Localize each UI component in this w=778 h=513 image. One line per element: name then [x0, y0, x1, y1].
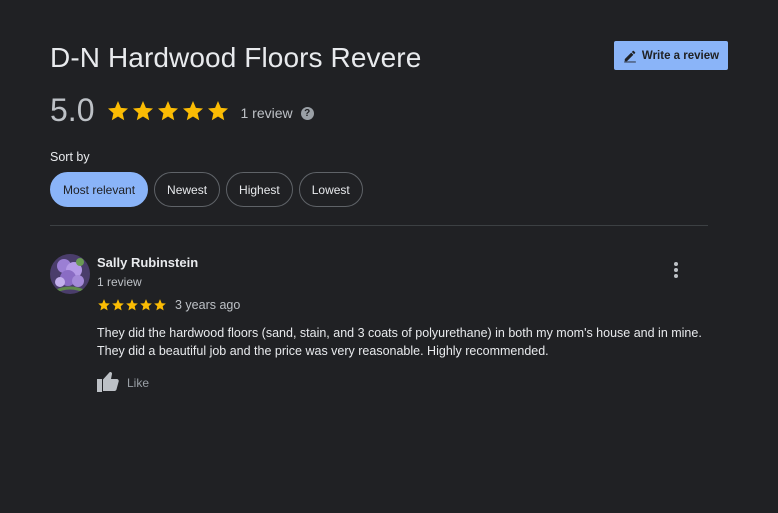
star-icon	[183, 100, 204, 120]
like-button[interactable]: Like	[97, 370, 149, 392]
reviewer-name[interactable]: Sally Rubinstein	[97, 255, 198, 270]
divider	[50, 225, 708, 226]
review-meta: 3 years ago	[97, 298, 240, 312]
review-text: They did the hardwood floors (sand, stai…	[97, 326, 702, 358]
more-options-icon[interactable]	[666, 260, 686, 280]
write-review-button[interactable]: Write a review	[614, 41, 728, 70]
like-label: Like	[127, 376, 150, 390]
star-icon	[126, 299, 138, 311]
help-icon[interactable]: ?	[300, 106, 314, 120]
sort-chip-most-relevant[interactable]: Most relevant	[50, 172, 149, 207]
star-icon	[108, 100, 129, 120]
review-count: 1 review	[240, 104, 293, 121]
avatar[interactable]	[50, 254, 90, 294]
star-icon	[140, 299, 152, 311]
sort-chip-highest[interactable]: Highest	[226, 172, 293, 207]
star-icon	[154, 299, 166, 311]
rating-value: 5.0	[50, 92, 95, 128]
write-review-label: Write a review	[641, 49, 720, 62]
star-icon	[158, 100, 179, 120]
page-title: D-N Hardwood Floors Revere	[50, 42, 422, 73]
rating-summary: 5.0 1 review ?	[50, 92, 314, 129]
sort-chip-lowest[interactable]: Lowest	[298, 172, 363, 207]
rating-stars	[106, 99, 230, 123]
star-icon	[133, 100, 154, 120]
sort-chip-newest[interactable]: Newest	[154, 172, 221, 207]
star-icon	[208, 100, 229, 120]
pencil-icon	[624, 50, 636, 62]
reviewer-review-count: 1 review	[97, 275, 142, 289]
review-date: 3 years ago	[175, 298, 241, 312]
sort-label: Sort by	[50, 150, 90, 164]
star-icon	[112, 299, 124, 311]
thumbs-up-icon	[97, 372, 119, 392]
sort-options: Most relevant Newest Highest Lowest	[50, 172, 363, 207]
review-stars	[97, 298, 167, 312]
star-icon	[98, 299, 110, 311]
